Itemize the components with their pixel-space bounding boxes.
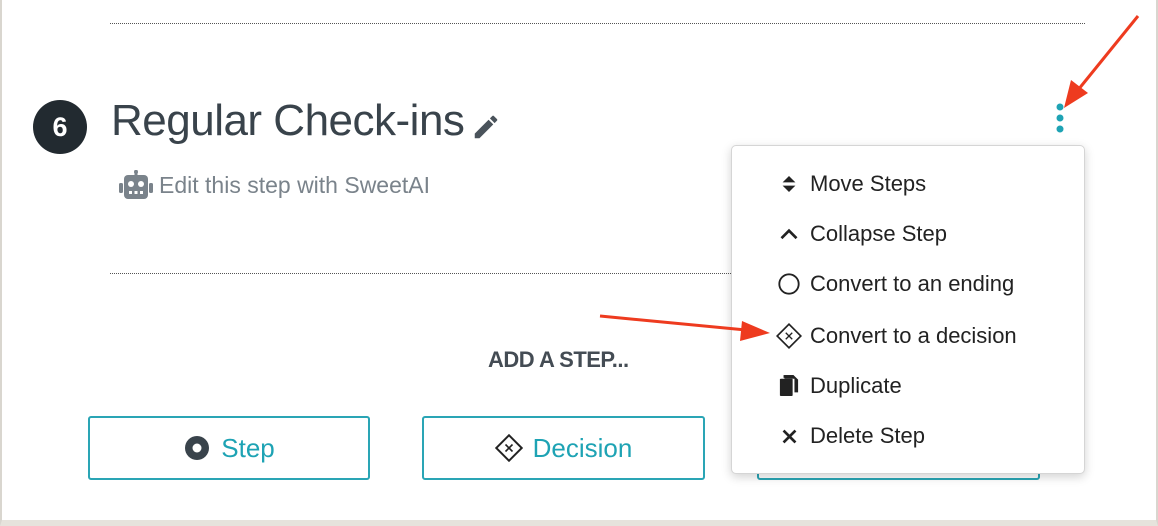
add-step-button[interactable]: Step [88,416,370,480]
step-number: 6 [52,111,68,142]
menu-item-delete-step[interactable]: Delete Step [776,423,925,449]
copy-icon [779,375,799,396]
menu-item-convert-ending[interactable]: Convert to an ending [776,271,1014,297]
menu-item-label: Move Steps [810,171,927,196]
menu-item-label: Convert to an ending [810,271,1015,296]
step-options-menu: Move Steps Collapse Step Convert to an e… [731,145,1085,474]
chevron-up-icon [780,228,798,240]
section-divider-top [110,23,1085,24]
menu-item-duplicate[interactable]: Duplicate [776,373,902,399]
annotation-arrow-decision [599,314,770,341]
decision-diamond-icon [776,323,802,349]
sort-arrows-icon [782,176,796,192]
annotation-arrow-kebab [1064,15,1140,108]
menu-item-collapse-step[interactable]: Collapse Step [776,221,947,247]
step-number-badge: 6 [33,100,87,154]
close-icon [782,429,796,443]
menu-item-label: Delete Step [810,423,925,448]
add-decision-button-label: Decision [532,432,633,463]
step-title: Regular Check-ins [111,96,465,145]
menu-item-move-steps[interactable]: Move Steps [776,171,926,197]
record-circle-icon [185,436,210,460]
menu-item-label: Duplicate [810,373,902,398]
pencil-icon[interactable] [471,112,501,142]
menu-item-label: Collapse Step [810,221,947,246]
add-decision-button[interactable]: Decision [422,416,705,480]
robot-icon [119,170,153,199]
menu-item-convert-decision[interactable]: Convert to a decision [776,323,1017,349]
decision-diamond-icon [494,434,523,462]
menu-item-label: Convert to a decision [810,323,1017,348]
edit-with-sweetai-link[interactable]: Edit this step with SweetAI [119,170,430,200]
add-step-button-label: Step [221,432,275,463]
sweetai-label: Edit this step with SweetAI [159,171,431,198]
circle-outline-icon [778,273,800,295]
add-step-heading: ADD A STEP... [488,347,629,372]
